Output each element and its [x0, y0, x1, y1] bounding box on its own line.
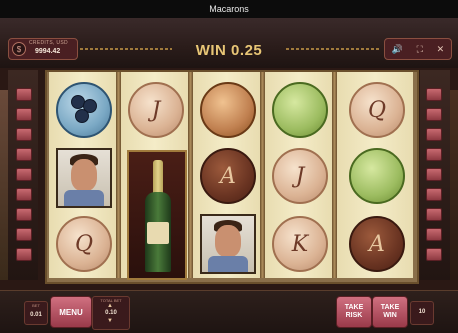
- background-decor-left: [0, 90, 8, 280]
- symbol-letter: A: [369, 231, 385, 257]
- bottle-label: [147, 222, 169, 244]
- payline-button[interactable]: [16, 228, 32, 241]
- close-icon[interactable]: ✕: [437, 44, 445, 55]
- window-title-bar: Macarons: [0, 0, 458, 18]
- reel-frame: Q J A J K Q A: [45, 70, 419, 284]
- win-amount: WIN 0.25: [195, 42, 263, 59]
- paylines-panel-right: [420, 70, 450, 280]
- symbol-letter: Q: [367, 97, 387, 123]
- bottom-control-bar: BET 0.01 MENU TOTAL BET ▲ 0.10 ▼ TAKE RI…: [0, 290, 458, 333]
- payline-button[interactable]: [16, 248, 32, 261]
- reel-2: J: [121, 72, 188, 280]
- payline-button[interactable]: [426, 128, 442, 141]
- game-header: $ CREDITS, USD 9994.42 WIN 0.25 🔊 ⛶ ✕: [0, 18, 458, 69]
- take-risk-line1: TAKE: [344, 304, 364, 311]
- symbol-letter: Q: [74, 231, 94, 257]
- payline-button[interactable]: [426, 248, 442, 261]
- payline-button[interactable]: [16, 148, 32, 161]
- macaron-blue-symbol: [56, 82, 112, 138]
- macaron-green-symbol: [272, 82, 328, 138]
- take-risk-button[interactable]: TAKE RISK: [336, 296, 372, 328]
- payline-button[interactable]: [16, 88, 32, 101]
- paylines-panel-left: [8, 70, 38, 280]
- lines-value: 10: [418, 309, 426, 315]
- macaron-choco-a-symbol: A: [349, 216, 405, 272]
- payline-button[interactable]: [16, 188, 32, 201]
- portrait-symbol: [200, 214, 256, 274]
- macaron-cream-k-symbol: K: [272, 216, 328, 272]
- portrait-face: [71, 159, 97, 191]
- header-decoration-right: [286, 48, 380, 50]
- payline-button[interactable]: [16, 108, 32, 121]
- payline-button[interactable]: [16, 208, 32, 221]
- macaron-cream-q-symbol: Q: [349, 82, 405, 138]
- settings-controls: 🔊 ⛶ ✕: [384, 38, 452, 60]
- portrait-shirt: [64, 190, 104, 206]
- take-win-button[interactable]: TAKE WIN: [372, 296, 408, 328]
- payline-button[interactable]: [426, 208, 442, 221]
- payline-button[interactable]: [16, 128, 32, 141]
- symbol-letter: J: [295, 163, 305, 189]
- window-title: Macarons: [209, 4, 249, 14]
- reel-5: Q A: [337, 72, 413, 278]
- take-win-line2: WIN: [383, 312, 397, 319]
- portrait-symbol: [56, 148, 112, 208]
- bet-per-line-display: BET 0.01: [24, 301, 48, 325]
- payline-button[interactable]: [426, 148, 442, 161]
- payline-button[interactable]: [426, 168, 442, 181]
- credits-value: 9994.42: [35, 48, 61, 55]
- reel-4: J K: [265, 72, 332, 278]
- menu-button[interactable]: MENU: [50, 296, 92, 328]
- payline-button[interactable]: [426, 188, 442, 201]
- credits-label: CREDITS, USD: [29, 40, 68, 46]
- take-win-line1: TAKE: [380, 304, 400, 311]
- take-risk-line2: RISK: [345, 312, 363, 319]
- champagne-bottle-icon: [145, 160, 171, 272]
- payline-button[interactable]: [16, 168, 32, 181]
- macaron-choco-a-symbol: A: [200, 148, 256, 204]
- header-decoration-left: [80, 48, 172, 50]
- macaron-cream-q-symbol: Q: [56, 216, 112, 272]
- total-bet-value: 0.10: [105, 310, 117, 316]
- champagne-symbol: [127, 150, 187, 280]
- sound-icon[interactable]: 🔊: [392, 44, 403, 55]
- payline-button[interactable]: [426, 108, 442, 121]
- bet-value: 0.01: [30, 312, 42, 318]
- payline-button[interactable]: [426, 228, 442, 241]
- bottle-neck: [153, 160, 163, 196]
- fullscreen-icon[interactable]: ⛶: [417, 44, 423, 55]
- macaron-cream-j-symbol: J: [272, 148, 328, 204]
- reel-1: Q: [49, 72, 116, 278]
- macaron-green-symbol: [349, 148, 405, 204]
- credits-coin-icon: $: [12, 42, 26, 56]
- credits-display: $ CREDITS, USD 9994.42: [8, 38, 78, 60]
- symbol-letter: J: [151, 97, 161, 123]
- macaron-cream-j-symbol: J: [128, 82, 184, 138]
- symbol-letter: A: [220, 163, 236, 189]
- blueberry-icon: [75, 109, 89, 123]
- bet-decrease-icon[interactable]: ▼: [107, 318, 113, 324]
- total-bet-control: TOTAL BET ▲ 0.10 ▼: [92, 296, 130, 330]
- bet-label: BET: [32, 303, 40, 308]
- payline-button[interactable]: [426, 88, 442, 101]
- symbol-letter: K: [291, 231, 309, 257]
- reel-3: A: [193, 72, 260, 278]
- macaron-orange-symbol: [200, 82, 256, 138]
- portrait-shirt: [208, 256, 248, 272]
- bet-increase-icon[interactable]: ▲: [107, 303, 113, 309]
- lines-display: 10: [410, 301, 434, 325]
- portrait-face: [215, 225, 241, 257]
